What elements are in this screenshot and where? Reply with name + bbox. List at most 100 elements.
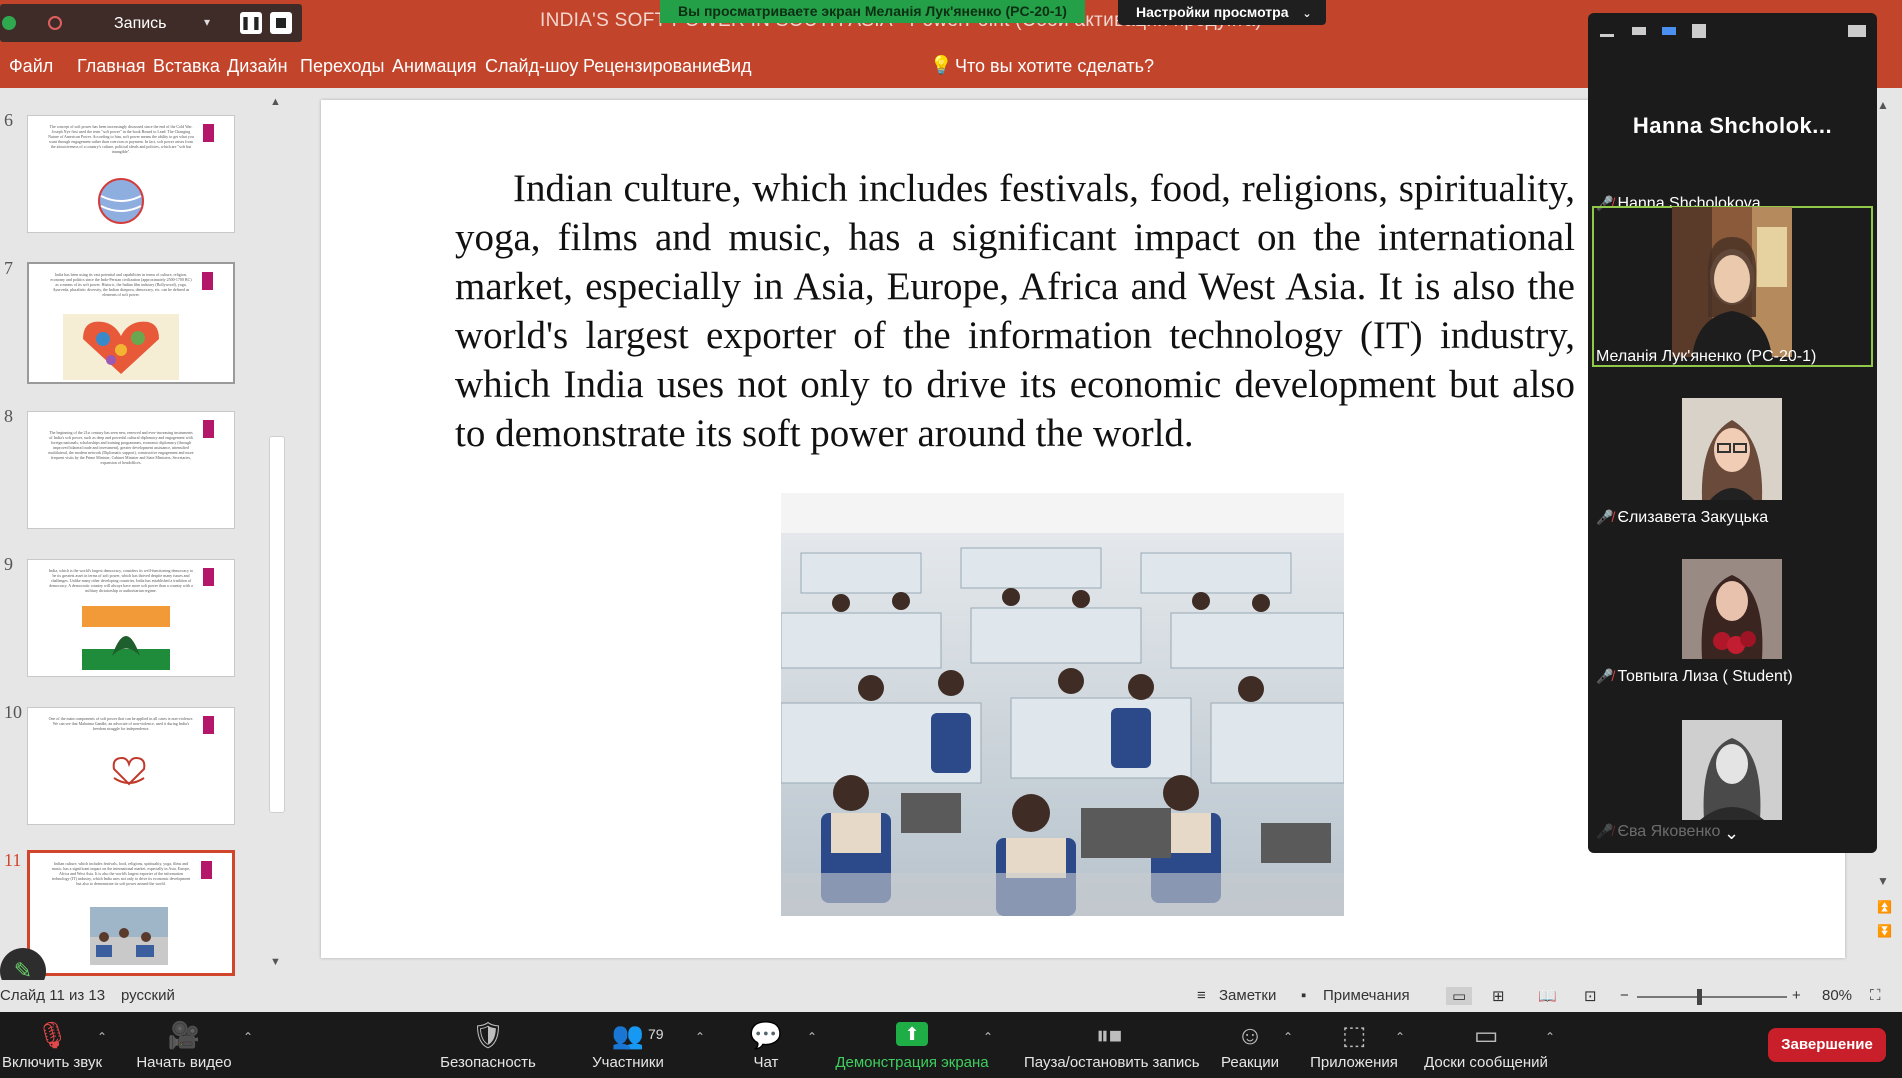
participant-video [1682,559,1782,659]
accent-mark [203,420,214,438]
slide-thumbnail-7[interactable]: India has been using its vast potential … [27,262,235,384]
unmute-label: Включить звук [1,1054,103,1071]
slide-thumbnail-6[interactable]: The concept of soft power has been incre… [27,115,235,233]
participant-name: 🎤̸ Єлизавета Закуцька [1596,509,1768,527]
tab-transitions[interactable]: Переходы [300,56,384,77]
chevron-up-icon: ⌃ [97,1030,108,1044]
share-screen-button[interactable]: ⬆ Демонстрация экрана [828,1012,996,1078]
notes-icon: ≡ [1197,987,1206,1004]
speaker-view-icon[interactable] [1632,27,1646,35]
chat-label: Чат [753,1054,779,1071]
record-icon [48,16,62,30]
india-flag-image [82,606,170,670]
tab-slideshow[interactable]: Слайд-шоу [485,56,578,77]
participants-count: 79 [648,1026,664,1042]
reading-view-icon[interactable]: 📖 [1538,987,1557,1005]
tell-me-search[interactable]: Что вы хотите сделать? [955,56,1154,77]
zoom-slider-handle[interactable] [1697,989,1702,1005]
previous-slide-icon[interactable]: ⏫ [1877,900,1892,914]
scrollbar-handle[interactable] [269,436,285,813]
whiteboard-options-caret[interactable]: ⌃ [1538,1012,1555,1078]
thumbnail-text: The concept of soft power has been incre… [48,124,194,154]
pause-recording-button[interactable]: ❚❚ [240,12,262,34]
security-label: Безопасность [440,1054,536,1071]
end-meeting-button[interactable]: Завершение [1768,1028,1886,1062]
scroll-down-icon[interactable]: ▼ [270,956,281,968]
slideshow-icon[interactable]: ⊡ [1584,987,1597,1005]
scroll-down-icon[interactable]: ▼ [1877,874,1889,888]
slide-body-text: Indian culture, which includes festivals… [455,167,1575,455]
whiteboards-button[interactable]: ▭ Доски сообщений [1416,1012,1556,1078]
thumbnail-scrollbar[interactable]: ▲ ▼ [266,96,286,972]
security-button[interactable]: 🛡 Безопасность [436,1012,540,1078]
video-options-caret[interactable]: ⌃ [236,1012,254,1078]
notes-button[interactable]: Заметки [1219,987,1276,1004]
start-video-label: Начать видео [136,1054,232,1071]
zoom-slider[interactable] [1637,996,1787,998]
reactions-options-caret[interactable]: ⌃ [1276,1012,1293,1078]
chat-button[interactable]: 💬 Чат [736,1012,796,1078]
slide-thumbnail-9[interactable]: India, which is the world's largest demo… [27,559,235,677]
exit-fullscreen-icon[interactable] [1848,25,1866,37]
chevron-up-icon: ⌃ [243,1030,254,1044]
slide-thumbnail-8[interactable]: The beginning of the 21st century has se… [27,411,235,529]
chevron-up-icon: ⌃ [807,1030,818,1044]
call-center-photo [781,493,1344,916]
tab-view[interactable]: Вид [719,56,752,77]
slide-thumbnail-11[interactable]: Indian culture, which includes festivals… [27,850,235,976]
scroll-up-icon[interactable]: ▲ [1877,98,1889,112]
audio-options-caret[interactable]: ⌃ [90,1012,108,1078]
participants-label: Участники [592,1054,664,1071]
share-screen-label: Демонстрация экрана [835,1054,989,1071]
gallery-grid-icon[interactable] [1692,24,1706,38]
thumbnail-number: 6 [4,110,13,130]
participant-label: Єва Яковенко [1617,823,1721,840]
zoom-in-icon[interactable]: + [1792,987,1801,1004]
shield-icon [2,16,16,30]
heart-collage-image [63,314,179,380]
shield-icon: 🛡 [471,1020,505,1050]
tab-insert[interactable]: Вставка [153,56,220,77]
unmute-button[interactable]: 🎙 Включить звук [0,1012,104,1078]
pause-stop-recording-button[interactable]: ⏸⏹ Пауза/остановить запись [1024,1012,1200,1078]
thumbnail-text: The beginning of the 21st century has se… [48,430,194,465]
tab-home[interactable]: Главная [77,56,146,77]
participant-name: Меланія Лук'яненко (PC-20-1) [1596,348,1817,365]
comments-button[interactable]: Примечания [1323,987,1410,1004]
zoom-out-icon[interactable]: − [1620,987,1629,1004]
zoom-level[interactable]: 80% [1822,987,1852,1004]
start-video-button[interactable]: 🎥 Начать видео [130,1012,238,1078]
participants-button[interactable]: 👥 79 Участники [580,1012,676,1078]
gallery-header [1588,13,1877,53]
accent-mark [201,861,212,879]
thumbnail-text: India, which is the world's largest demo… [48,568,194,593]
slide-sorter-icon[interactable]: ⊞ [1492,987,1505,1005]
recording-label: Запись [114,15,167,32]
tab-review[interactable]: Рецензирование [583,56,722,77]
next-slide-icon[interactable]: ⏬ [1877,924,1892,938]
slide-thumbnail-10[interactable]: One of the main components of soft power… [27,707,235,825]
apps-options-caret[interactable]: ⌃ [1388,1012,1406,1078]
thumbnail-number: 7 [4,258,13,278]
strip-view-icon[interactable] [1662,27,1676,35]
chat-options-caret[interactable]: ⌃ [800,1012,818,1078]
chevron-up-icon: ⌃ [1395,1030,1406,1044]
normal-view-icon[interactable]: ▭ [1446,987,1473,1005]
fit-slide-icon[interactable]: ⛶ [1870,987,1881,1004]
stop-recording-button[interactable] [270,12,292,34]
view-options-button[interactable]: Настройки просмотра ⌄ [1118,0,1326,25]
globe-image [98,178,144,224]
minimize-icon[interactable] [1600,34,1614,37]
tab-file[interactable]: Файл [9,56,53,77]
meeting-toolbar: 🎙 Включить звук ⌃ 🎥 Начать видео ⌃ 🛡 Без… [0,1012,1902,1078]
scroll-up-icon[interactable]: ▲ [270,96,281,108]
accent-mark [203,716,214,734]
chevron-down-icon[interactable]: ⌄ [1724,823,1739,844]
language-indicator[interactable]: русский [121,987,175,1004]
share-options-caret[interactable]: ⌃ [976,1012,993,1078]
participants-options-caret[interactable]: ⌃ [688,1012,705,1078]
tab-design[interactable]: Дизайн [227,56,288,77]
screen-share-banner: Вы просматриваете экран Меланія Лук'янен… [660,0,1085,23]
tab-animations[interactable]: Анимация [392,56,477,77]
chevron-down-icon[interactable]: ▾ [204,15,210,29]
